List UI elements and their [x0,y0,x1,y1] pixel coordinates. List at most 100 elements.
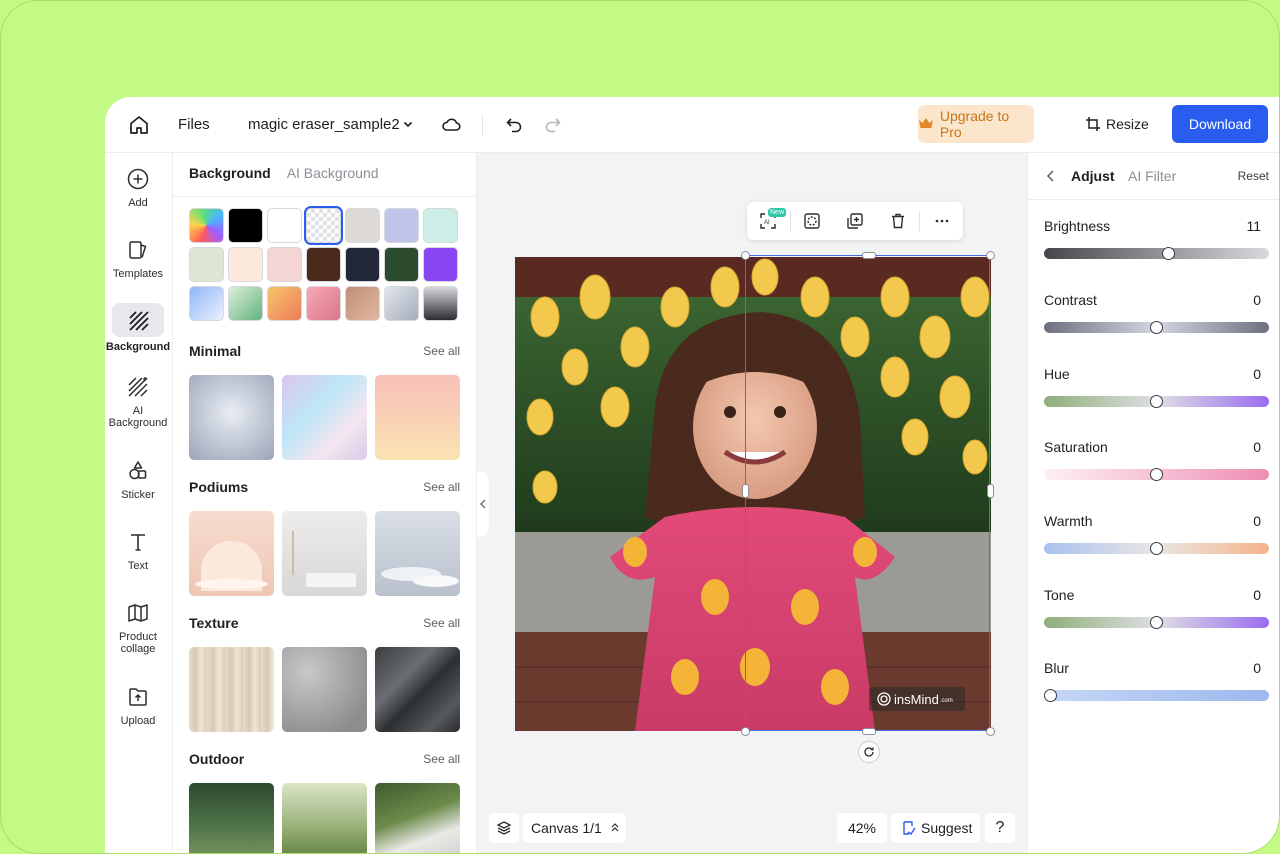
rail-item-upload[interactable]: Upload [105,685,171,727]
canvas-pages-button[interactable]: Canvas 1/1 [523,813,626,843]
download-button[interactable]: Download [1172,105,1268,143]
rail-item-background[interactable]: Background [105,303,171,353]
rail-label: Text [127,560,149,572]
swatch-peach[interactable] [228,247,263,282]
cloud-save-icon[interactable] [440,114,462,136]
resize-handle-br[interactable] [986,727,995,736]
adjust-contrast: Contrast 0 [1044,292,1269,334]
resize-handle-bottom[interactable] [862,728,876,735]
swatch-grad-blue[interactable] [189,286,224,321]
see-all-link[interactable]: See all [423,344,460,358]
swatch-mint[interactable] [423,208,458,243]
resize-handle-tr[interactable] [986,251,995,260]
swatch-grad-rose[interactable] [306,286,341,321]
brightness-slider-track[interactable] [1044,248,1269,259]
blur-slider-knob[interactable] [1044,689,1057,702]
bg-thumbnail[interactable] [282,647,367,732]
bg-thumbnail[interactable] [189,783,274,853]
tab-background[interactable]: Background [189,165,271,185]
see-all-link[interactable]: See all [423,752,460,766]
resize-button[interactable]: Resize [1085,105,1151,143]
rail-item-add[interactable]: Add [105,167,171,209]
help-button[interactable]: ? [985,813,1015,843]
swatch-lavender[interactable] [384,208,419,243]
swatch-purple[interactable] [423,247,458,282]
redo-icon[interactable] [543,114,563,134]
swatch-rainbow[interactable] [189,208,224,243]
document-name[interactable]: magic eraser_sample2 [248,116,400,133]
bg-thumbnail[interactable] [282,375,367,460]
swatch-grad-dark[interactable] [423,286,458,321]
resize-handle-tl[interactable] [741,251,750,260]
brightness-slider-knob[interactable] [1161,247,1175,260]
home-icon[interactable] [127,113,151,137]
bg-thumbnail[interactable] [189,647,274,732]
suggest-button[interactable]: Suggest [891,813,980,843]
bg-thumbnail[interactable] [282,783,367,853]
resize-handle-right[interactable] [987,484,994,498]
duplicate-button[interactable] [834,202,877,240]
swatch-gray[interactable] [345,208,380,243]
rail-item-product-collage[interactable]: Product collage [105,601,171,655]
swatch-grad-tan[interactable] [345,286,380,321]
files-menu[interactable]: Files [178,116,210,133]
warmth-slider-knob[interactable] [1150,542,1163,555]
swatch-white[interactable] [267,208,302,243]
rotate-button[interactable] [858,741,880,763]
adjust-blur: Blur 0 [1044,660,1269,702]
cutout-button[interactable] [791,202,834,240]
rail-item-ai-background[interactable]: AI Background [105,375,171,429]
layers-button[interactable] [489,813,519,843]
saturation-slider-knob[interactable] [1150,468,1163,481]
rail-item-text[interactable]: Text [105,530,171,572]
rail-item-templates[interactable]: Templates [105,238,171,280]
contrast-slider-knob[interactable] [1150,321,1163,334]
see-all-link[interactable]: See all [423,616,460,630]
bg-thumbnail[interactable] [189,375,274,460]
resize-handle-left[interactable] [742,484,749,498]
resize-handle-bl[interactable] [741,727,750,736]
tab-ai-background[interactable]: AI Background [287,165,379,185]
rail-item-sticker[interactable]: Sticker [105,459,171,501]
ai-background-icon [128,377,148,397]
adjust-hue: Hue 0 [1044,366,1269,408]
swatch-transparent[interactable] [304,206,343,245]
see-all-link[interactable]: See all [423,480,460,494]
swatch-green[interactable] [384,247,419,282]
tab-adjust[interactable]: Adjust [1071,168,1115,184]
swatch-navy[interactable] [345,247,380,282]
ai-select-button[interactable]: AI New [747,202,790,240]
rail-label: AI Background [108,405,168,429]
more-options-button[interactable] [920,202,963,240]
upgrade-button[interactable]: Upgrade to Pro [918,105,1034,143]
bg-thumbnail[interactable] [375,783,460,853]
swatch-grad-green[interactable] [228,286,263,321]
chevron-down-icon[interactable] [401,117,415,131]
hue-slider-knob[interactable] [1150,395,1163,408]
swatch-sage[interactable] [189,247,224,282]
bg-thumbnail[interactable] [375,647,460,732]
bg-thumbnail[interactable] [375,375,460,460]
collage-icon [128,604,148,622]
tab-ai-filter[interactable]: AI Filter [1128,168,1176,184]
undo-icon[interactable] [504,114,524,134]
resize-handle-top[interactable] [862,252,876,259]
bg-thumbnail[interactable] [375,511,460,596]
blur-slider-track[interactable] [1044,690,1269,701]
bg-thumbnail[interactable] [282,511,367,596]
swatch-grad-orange[interactable] [267,286,302,321]
delete-button[interactable] [876,202,919,240]
swatch-grad-silver[interactable] [384,286,419,321]
swatch-brown[interactable] [306,247,341,282]
panel-divider [173,196,476,197]
reset-button[interactable]: Reset [1238,169,1269,183]
zoom-level[interactable]: 42% [837,813,887,843]
back-chevron-icon[interactable] [1044,168,1058,184]
collapse-panel-handle[interactable] [477,471,489,537]
swatch-black[interactable] [228,208,263,243]
swatch-pink[interactable] [267,247,302,282]
tone-slider-knob[interactable] [1150,616,1163,629]
suggest-label: Suggest [921,820,973,836]
bg-thumbnail[interactable] [189,511,274,596]
selection-box[interactable] [745,255,990,731]
